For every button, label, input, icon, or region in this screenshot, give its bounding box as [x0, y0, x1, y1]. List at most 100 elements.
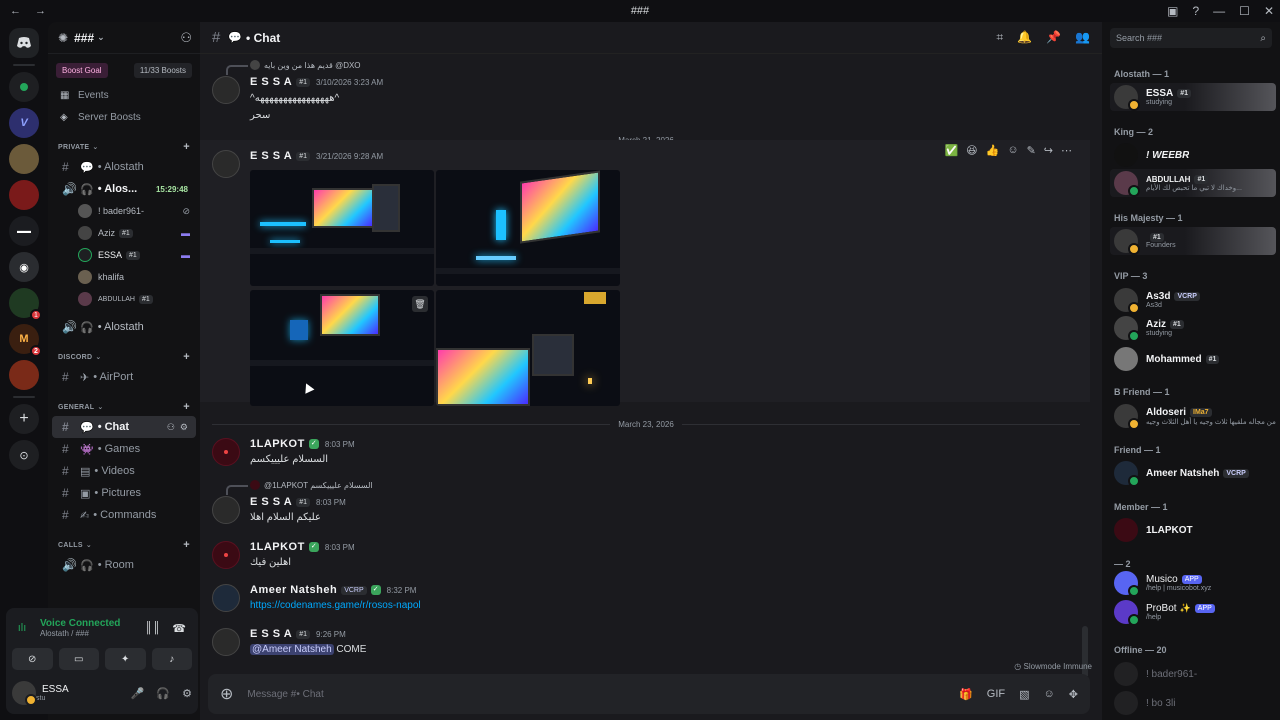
add-server-icon[interactable]: +	[9, 404, 39, 434]
category-private[interactable]: PRIVATE ⌄ +	[48, 138, 200, 156]
disconnect-icon[interactable]: ☎	[172, 622, 186, 635]
voice-connected-subtitle[interactable]: Alostath / ###	[40, 629, 120, 638]
member-item[interactable]: ESSA #1 studying	[1110, 83, 1276, 111]
member-item[interactable]: ! bo 3li	[1110, 689, 1276, 717]
members-icon[interactable]: 👥	[1075, 30, 1090, 45]
username[interactable]: 1LAPKOT	[250, 541, 305, 553]
username[interactable]: Ameer Natsheh	[250, 584, 337, 596]
channel-commands[interactable]: # ✍ • Commands	[52, 504, 196, 526]
category-discord[interactable]: DISCORD ⌄ +	[48, 348, 200, 366]
apps-icon[interactable]: ✥	[1069, 688, 1078, 701]
close-button[interactable]: ✕	[1264, 4, 1274, 18]
member-item[interactable]: ABDULLAH #1 وخداك لا تبي ما تحبص لك الأيام…	[1110, 169, 1276, 197]
voice-connected-title[interactable]: Voice Connected	[40, 618, 120, 629]
member-item[interactable]: 1LAPKOT	[1110, 516, 1276, 544]
add-attachment-icon[interactable]: ⊕	[220, 684, 233, 704]
soundboard-button[interactable]: ♪	[151, 648, 192, 670]
username[interactable]: 1LAPKOT	[250, 438, 305, 450]
user-mention[interactable]: @Ameer Natsheh	[250, 644, 334, 655]
category-calls[interactable]: CALLS ⌄ +	[48, 536, 200, 554]
voice-user[interactable]: ! bader961- ⊘	[48, 200, 200, 222]
member-item[interactable]: Aziz #1 studying	[1110, 314, 1276, 342]
channel-games[interactable]: # 👾 • Games	[52, 438, 196, 460]
message-link[interactable]: https://codenames.game/r/rosos-napol	[250, 600, 421, 611]
channel-airport[interactable]: # ✈ • AirPort	[52, 366, 196, 388]
guild-header[interactable]: ✺ ### ⌄ ⚇	[48, 22, 200, 54]
avatar[interactable]	[212, 438, 240, 466]
events-item[interactable]: ▦ Events	[48, 84, 200, 106]
add-channel-icon[interactable]: +	[183, 401, 190, 413]
microphone-icon[interactable]: 🎤	[131, 687, 145, 700]
reply-preview[interactable]: @1LAPKOT السسلام عليييكسم	[226, 480, 373, 495]
gear-icon[interactable]: ⚙	[182, 687, 192, 700]
maximize-button[interactable]: ☐	[1239, 4, 1250, 18]
channel-pictures[interactable]: # ▣ • Pictures	[52, 482, 196, 504]
avatar[interactable]	[212, 496, 240, 524]
member-item[interactable]: #1 Founders	[1110, 227, 1276, 255]
voice-user[interactable]: ESSA #1 ▬	[48, 244, 200, 266]
member-item[interactable]: Aldoseri IMa7 من مجاله ملقيها ثلاث وجيه يا…	[1110, 402, 1276, 430]
member-item[interactable]: As3d VCRP As3d	[1110, 286, 1276, 314]
server-icon[interactable]: ▬▬	[9, 216, 39, 246]
boost-goal-bar[interactable]: Boost Goal 11/33 Boosts	[56, 62, 192, 78]
member-item[interactable]: Ameer Natsheh VCRP	[1110, 459, 1276, 487]
member-item[interactable]: ProBot ✨ APP/help	[1110, 598, 1276, 626]
avatar[interactable]	[212, 76, 240, 104]
gear-icon[interactable]: ⚙	[180, 422, 188, 433]
username[interactable]: E S S A	[250, 628, 292, 640]
bell-icon[interactable]: 🔔	[1017, 30, 1032, 45]
member-item[interactable]: Mohammed #1	[1110, 345, 1276, 373]
message-composer[interactable]: ⊕ Message #• Chat 🎁 GIF ▧ ☺ ✥	[208, 674, 1090, 714]
channel-alostath-text[interactable]: # 💬 • Alostath	[52, 156, 196, 178]
server-icon[interactable]: 1	[9, 288, 42, 321]
channel-videos[interactable]: # ▤ • Videos	[52, 460, 196, 482]
add-channel-icon[interactable]: +	[183, 351, 190, 363]
message-input[interactable]: Message #• Chat	[247, 689, 323, 700]
screen-share-button[interactable]: ▭	[58, 648, 99, 670]
voice-user[interactable]: Aziz #1 ▬	[48, 222, 200, 244]
channel-room[interactable]: 🔊 🎧 • Room	[52, 554, 196, 576]
back-arrow-icon[interactable]: ←	[10, 5, 21, 17]
server-icon[interactable]: V	[9, 108, 39, 138]
gif-icon[interactable]: GIF	[987, 688, 1005, 701]
gift-icon[interactable]: 🎁	[959, 688, 973, 701]
add-channel-icon[interactable]: +	[183, 539, 190, 551]
search-input[interactable]: Search ### ⌕	[1110, 28, 1272, 48]
noise-suppression-icon[interactable]: ║║	[145, 622, 161, 635]
delete-attachment-icon[interactable]: 🗑	[412, 296, 428, 312]
avatar[interactable]	[212, 150, 240, 178]
invite-icon[interactable]: ⚇	[180, 30, 192, 46]
discover-icon[interactable]: ⊙	[9, 440, 39, 470]
invite-icon[interactable]: ⚇	[167, 422, 175, 433]
user-name[interactable]: ESSA	[42, 684, 69, 695]
inbox-icon[interactable]: ▣	[1167, 4, 1178, 18]
attachment-image[interactable]	[250, 170, 434, 286]
laugh-reaction-icon[interactable]: 😆	[966, 144, 977, 157]
attachment-image[interactable]	[436, 290, 620, 406]
attachment-image[interactable]	[436, 170, 620, 286]
threads-icon[interactable]: ⌗	[996, 30, 1003, 45]
server-icon[interactable]	[9, 180, 39, 210]
sticker-icon[interactable]: ▧	[1019, 688, 1029, 701]
more-icon[interactable]: ⋯	[1061, 144, 1072, 157]
avatar[interactable]	[212, 584, 240, 612]
discord-home-icon[interactable]	[9, 28, 39, 58]
forward-arrow-icon[interactable]: →	[35, 5, 46, 17]
add-reaction-icon[interactable]: ☺	[1007, 144, 1018, 157]
headphones-icon[interactable]: 🎧	[156, 687, 170, 700]
username[interactable]: E S S A	[250, 496, 292, 508]
server-boosts-item[interactable]: ◈ Server Boosts	[48, 106, 200, 128]
camera-off-button[interactable]: ⊘	[12, 648, 53, 670]
emoji-icon[interactable]: ☺	[1044, 688, 1055, 701]
activities-button[interactable]: ✦	[105, 648, 146, 670]
server-icon[interactable]	[9, 72, 39, 102]
checkmark-reaction-icon[interactable]: ✅	[944, 144, 958, 157]
channel-alostath-voice-2[interactable]: 🔊 🎧 • Alostath	[52, 316, 196, 338]
attachment-image[interactable]: 🗑	[250, 290, 434, 406]
member-item[interactable]: Musico APP/help | musicobot.xyz	[1110, 569, 1276, 597]
help-icon[interactable]: ?	[1192, 4, 1199, 18]
voice-user[interactable]: khalifa	[48, 266, 200, 288]
edit-icon[interactable]: ✎	[1027, 144, 1036, 157]
minimize-button[interactable]: —	[1213, 4, 1225, 18]
pin-icon[interactable]: 📌	[1046, 30, 1061, 45]
